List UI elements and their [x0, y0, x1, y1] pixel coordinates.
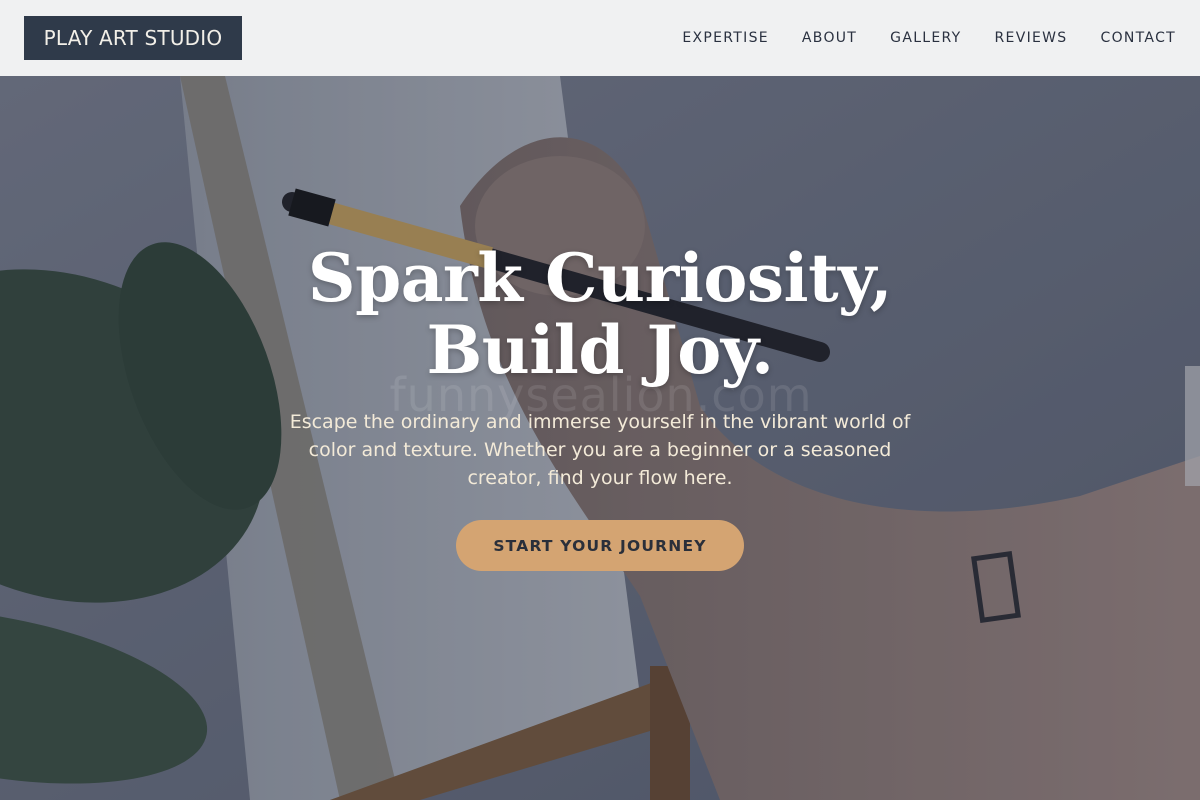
start-journey-button[interactable]: START YOUR JOURNEY	[456, 520, 744, 571]
main-nav: EXPERTISE ABOUT GALLERY REVIEWS CONTACT	[682, 30, 1176, 46]
hero-section: funnysealion.com Spark Curiosity, Build …	[0, 76, 1200, 800]
headline-line-1: Spark Curiosity,	[307, 239, 893, 317]
hero-subtext: Escape the ordinary and immerse yourself…	[289, 411, 911, 489]
nav-item-reviews[interactable]: REVIEWS	[995, 30, 1068, 46]
headline-line-2: Build Joy.	[426, 311, 774, 389]
nav-item-gallery[interactable]: GALLERY	[890, 30, 961, 46]
site-header: PLAY ART STUDIO EXPERTISE ABOUT GALLERY …	[0, 0, 1200, 76]
hero-headline: Spark Curiosity, Build Joy.	[307, 239, 893, 389]
hero-content: Spark Curiosity, Build Joy. Escape the o…	[0, 242, 1200, 571]
nav-item-expertise[interactable]: EXPERTISE	[682, 30, 769, 46]
logo[interactable]: PLAY ART STUDIO	[24, 16, 242, 60]
nav-item-about[interactable]: ABOUT	[802, 30, 857, 46]
nav-item-contact[interactable]: CONTACT	[1101, 30, 1177, 46]
